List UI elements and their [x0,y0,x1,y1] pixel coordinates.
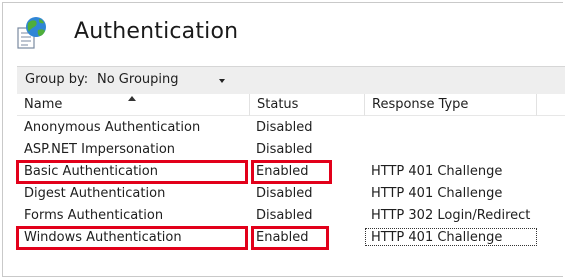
row-status: Enabled [256,230,309,245]
column-header-status-label: Status [257,97,299,112]
row-name: ASP.NET Impersonation [24,142,176,157]
table-row[interactable]: ASP.NET Impersonation Disabled [17,139,565,161]
row-response-type: HTTP 401 Challenge [371,186,503,201]
row-name: Basic Authentication [24,164,158,179]
toolbar: Group by: No Grouping [17,66,565,95]
row-status: Disabled [256,120,313,135]
column-header-empty [537,94,565,116]
row-name: Anonymous Authentication [24,120,201,135]
group-by-value: No Grouping [97,72,179,87]
row-status: Disabled [256,208,313,223]
chevron-down-icon [219,79,225,83]
globe-document-icon [16,16,50,52]
page-title: Authentication [74,19,239,44]
column-header-status[interactable]: Status [250,94,365,116]
row-status: Disabled [256,142,313,157]
table-row[interactable]: Forms Authentication Disabled HTTP 302 L… [17,205,565,227]
page-header: Authentication [0,0,565,62]
column-header-name[interactable]: Name [17,94,250,116]
row-name: Windows Authentication [24,230,182,245]
table-row[interactable]: Windows Authentication Enabled HTTP 401 … [17,227,565,249]
table-row[interactable]: Basic Authentication Enabled HTTP 401 Ch… [17,161,565,183]
row-response-type: HTTP 401 Challenge [371,164,503,179]
sort-ascending-icon [128,96,136,101]
table-row[interactable]: Digest Authentication Disabled HTTP 401 … [17,183,565,205]
row-response-type: HTTP 302 Login/Redirect [371,208,531,223]
row-status: Enabled [256,164,309,179]
column-header-name-label: Name [24,97,63,112]
row-name: Forms Authentication [24,208,164,223]
group-by-dropdown[interactable]: No Grouping [95,70,227,90]
column-header-response-type[interactable]: Response Type [365,94,537,116]
table-row[interactable]: Anonymous Authentication Disabled [17,117,565,139]
column-header-response-type-label: Response Type [372,97,469,112]
group-by-label: Group by: [25,72,89,87]
row-status: Disabled [256,186,313,201]
row-response-type: HTTP 401 Challenge [371,230,503,245]
row-name: Digest Authentication [24,186,166,201]
